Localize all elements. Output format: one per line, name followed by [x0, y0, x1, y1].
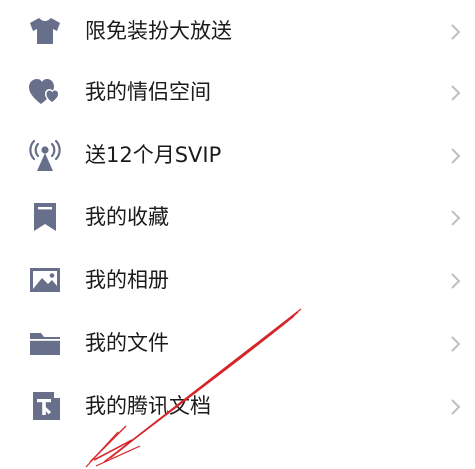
menu-item-free-decorations[interactable]: 限免装扮大放送: [0, 0, 475, 63]
menu-item-label: 限免装扮大放送: [85, 19, 232, 43]
bookmark-icon: [26, 199, 64, 235]
couple-hearts-icon: [26, 74, 64, 110]
chevron-right-icon: [448, 334, 462, 354]
folder-icon: [26, 325, 64, 361]
tshirt-icon: [26, 13, 64, 49]
menu-item-svip-gift[interactable]: 送12个月SVIP: [0, 124, 475, 187]
menu-item-files[interactable]: 我的文件: [0, 312, 475, 375]
menu-item-label: 我的收藏: [85, 205, 169, 229]
menu-item-label: 我的腾讯文档: [85, 394, 211, 418]
chevron-right-icon: [448, 208, 462, 228]
settings-menu-list: 限免装扮大放送 我的情侣空间 送12个月SVIP 我的收藏 我的相册 我的文件 …: [0, 0, 475, 469]
menu-item-favorites[interactable]: 我的收藏: [0, 186, 475, 249]
photo-album-icon: [26, 262, 64, 298]
menu-item-tencent-docs[interactable]: 我的腾讯文档: [0, 375, 475, 438]
broadcast-tower-icon: [26, 137, 64, 173]
menu-item-label: 送12个月SVIP: [85, 143, 222, 167]
chevron-right-icon: [448, 397, 462, 417]
menu-item-label: 我的文件: [85, 331, 169, 355]
chevron-right-icon: [448, 271, 462, 291]
menu-item-couple-space[interactable]: 我的情侣空间: [0, 61, 475, 124]
chevron-right-icon: [448, 83, 462, 103]
menu-item-label: 我的相册: [85, 268, 169, 292]
tencent-docs-icon: [26, 388, 64, 424]
menu-item-photo-album[interactable]: 我的相册: [0, 249, 475, 312]
menu-item-label: 我的情侣空间: [85, 80, 211, 104]
chevron-right-icon: [448, 146, 462, 166]
chevron-right-icon: [448, 22, 462, 42]
